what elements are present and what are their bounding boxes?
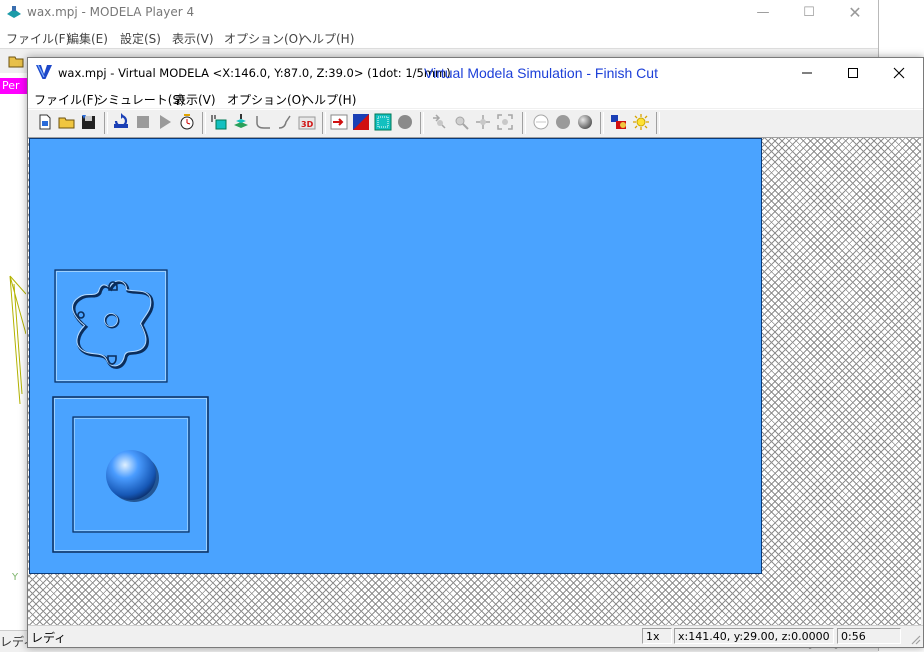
modela-player-title: wax.mpj - MODELA Player 4 — [27, 5, 195, 19]
bg-menu-options[interactable]: オプション(O) — [224, 30, 303, 47]
simulation-mode-label: Virtual Modela Simulation - Finish Cut — [424, 65, 658, 81]
vm-menubar: ファイル(F) シミュレート(S) 表示(V) オプション(O) ヘルプ(H) — [28, 88, 923, 108]
sphere-filled-icon[interactable] — [554, 113, 572, 131]
cut-path-icon[interactable] — [276, 113, 294, 131]
grid-icon[interactable] — [374, 113, 392, 131]
3d-view-icon[interactable]: 3D — [298, 113, 316, 131]
new-file-icon[interactable] — [36, 113, 54, 131]
split-view-icon[interactable] — [352, 113, 370, 131]
close-icon — [893, 67, 905, 79]
menu-simulate[interactable]: シミュレート(S) — [96, 91, 185, 108]
simulation-viewport[interactable] — [28, 138, 921, 625]
vm-statusbar: レディ 1x x:141.40, y:29.00, z:0.0000 0:56 — [28, 625, 923, 647]
bg-close-button[interactable]: ✕ — [832, 0, 878, 25]
minimize-icon — [802, 72, 812, 74]
toolbar-separator — [522, 112, 526, 134]
bg-menu-edit[interactable]: 編集(E) — [67, 30, 108, 47]
sphere-part — [52, 396, 209, 553]
cursor-coordinates: x:141.40, y:29.00, z:0.0000 — [674, 628, 834, 644]
sphere-shaded-icon[interactable] — [576, 113, 594, 131]
view-mode-badge: Per — [0, 78, 28, 94]
bg-menubar: ファイル(F) 編集(E) 設定(S) 表示(V) オプション(O) ヘルプ(H… — [0, 28, 878, 46]
workpiece-surface[interactable] — [29, 138, 762, 574]
y-axis-icon: Y — [11, 572, 19, 583]
start-simulation-icon[interactable] — [112, 113, 130, 131]
timer-icon[interactable] — [178, 113, 196, 131]
bg-menu-help[interactable]: ヘルプ(H) — [300, 30, 354, 47]
flower-part — [54, 269, 168, 383]
menu-file[interactable]: ファイル(F) — [34, 91, 98, 108]
status-text: レディ — [31, 631, 67, 645]
vm-titlebar[interactable]: wax.mpj - Virtual MODELA <X:146.0, Y:87.… — [28, 58, 923, 88]
resize-grip-icon[interactable] — [909, 633, 921, 645]
elapsed-time: 0:56 — [837, 628, 901, 644]
bg-3d-view-panel: Y — [0, 94, 27, 629]
wireframe-preview: Y — [9, 275, 27, 583]
bg-open-icon[interactable] — [8, 53, 26, 69]
vm-toolbar: 3D — [28, 109, 923, 138]
maximize-icon — [848, 68, 858, 78]
toolbar-separator — [420, 112, 424, 134]
settings-icon[interactable] — [610, 113, 628, 131]
zoom-level: 1x — [642, 628, 672, 644]
bg-maximize-button[interactable]: ☐ — [786, 0, 832, 25]
save-file-icon[interactable] — [80, 113, 98, 131]
bg-menu-settings[interactable]: 設定(S) — [120, 30, 161, 47]
sphere-outline-icon[interactable] — [532, 113, 550, 131]
pan-icon[interactable] — [474, 113, 492, 131]
zoom-in-icon[interactable] — [452, 113, 470, 131]
toolbar-separator — [322, 112, 326, 134]
play-icon[interactable] — [156, 113, 174, 131]
light-icon[interactable] — [632, 113, 650, 131]
toolbar-separator — [202, 112, 206, 134]
red-arrow-icon[interactable] — [330, 113, 348, 131]
menu-view[interactable]: 表示(V) — [174, 91, 216, 108]
workpiece-render — [52, 269, 209, 553]
open-file-icon[interactable] — [58, 113, 76, 131]
workpiece-icon[interactable] — [210, 113, 228, 131]
sphere-gray-icon[interactable] — [396, 113, 414, 131]
toolbar-separator — [656, 112, 660, 134]
menu-options[interactable]: オプション(O) — [227, 91, 306, 108]
maximize-button[interactable] — [830, 58, 876, 88]
modela-app-icon — [7, 6, 21, 18]
vm-window-title: wax.mpj - Virtual MODELA <X:146.0, Y:87.… — [58, 66, 451, 80]
bg-minimize-button[interactable]: — — [740, 0, 786, 25]
virtual-modela-window: wax.mpj - Virtual MODELA <X:146.0, Y:87.… — [27, 57, 924, 648]
minimize-button[interactable] — [784, 58, 830, 88]
layers-icon[interactable] — [232, 113, 250, 131]
bg-menu-file[interactable]: ファイル(F) — [6, 30, 70, 47]
fit-icon[interactable] — [496, 113, 514, 131]
virtual-modela-logo-icon — [36, 64, 52, 79]
bg-menu-view[interactable]: 表示(V) — [172, 30, 214, 47]
menu-help[interactable]: ヘルプ(H) — [302, 91, 356, 108]
close-button[interactable] — [876, 58, 922, 88]
move-icon[interactable] — [430, 113, 448, 131]
svg-text:3D: 3D — [301, 120, 314, 129]
toolbar-separator — [600, 112, 604, 134]
toolbar-separator — [104, 112, 108, 134]
modela-player-titlebar[interactable]: wax.mpj - MODELA Player 4 — ☐ ✕ — [0, 0, 878, 25]
tool-path-icon[interactable] — [254, 113, 272, 131]
stop-icon[interactable] — [134, 113, 152, 131]
